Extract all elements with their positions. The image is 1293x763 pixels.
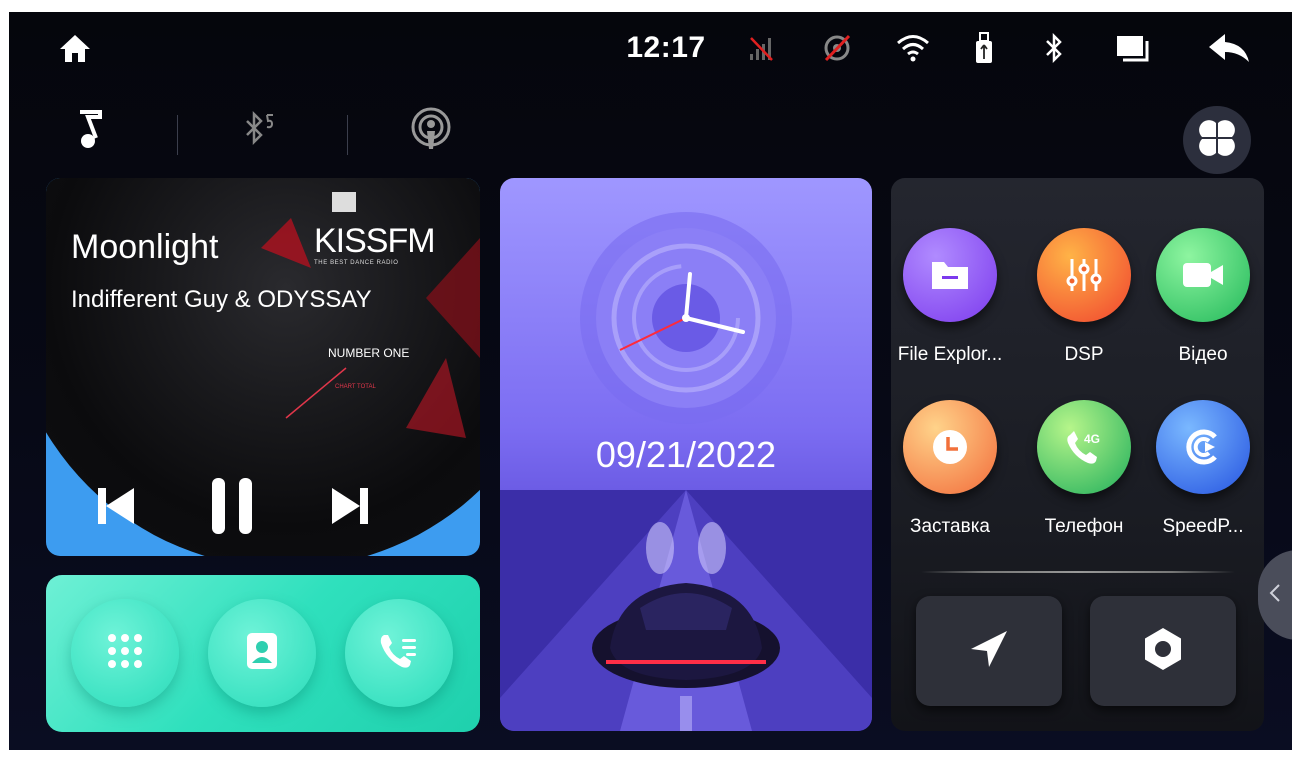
contacts-icon <box>244 631 280 676</box>
home-icon[interactable] <box>55 30 95 66</box>
tab-divider <box>347 115 348 155</box>
tab-divider <box>177 115 178 155</box>
app-screensaver[interactable]: Заставка <box>891 400 1010 538</box>
pause-button[interactable] <box>206 476 258 541</box>
next-icon <box>330 484 370 533</box>
cover-subtext: CHART TOTAL <box>335 384 376 390</box>
date-display: 09/21/2022 <box>595 434 777 475</box>
no-signal-icon <box>743 30 779 66</box>
station-tagline: THE BEST DANCE RADIO <box>314 260 399 266</box>
back-icon[interactable] <box>1205 30 1253 66</box>
music-source-tab[interactable] <box>69 107 109 155</box>
app-file-explorer[interactable]: File Explor... <box>891 228 1010 366</box>
previous-icon <box>96 484 136 533</box>
call-log-button[interactable] <box>345 599 453 707</box>
app-speedplay[interactable]: SpeedP... <box>1143 400 1263 538</box>
clock-date-card[interactable]: 09/21/2022 <box>500 178 872 731</box>
dialpad-button[interactable] <box>71 599 179 707</box>
app-video[interactable]: Відео <box>1143 228 1263 366</box>
call-log-icon <box>378 631 420 676</box>
card-divider <box>921 571 1235 573</box>
phone-4g-icon: 4G <box>1037 400 1131 494</box>
pause-icon <box>208 476 256 541</box>
app-label: SpeedP... <box>1162 516 1244 537</box>
apps-grid-icon <box>1199 119 1235 161</box>
chevron-left-icon <box>1268 582 1282 609</box>
cover-text: NUMBER ONE <box>328 346 410 360</box>
settings-icon <box>1139 625 1187 678</box>
next-button[interactable] <box>328 478 372 538</box>
app-label: Телефон <box>1044 516 1124 537</box>
navigation-button[interactable] <box>916 596 1062 706</box>
phone-shortcuts-card <box>46 575 480 732</box>
music-icon <box>74 108 104 155</box>
clock-icon <box>903 400 997 494</box>
app-phone[interactable]: 4G Телефон <box>1024 400 1144 538</box>
navigation-icon <box>967 627 1011 676</box>
home-screen: 12:17 KISSFM THE BEST DANCE RADIO NUMBER… <box>9 12 1292 750</box>
bluetooth-music-tab[interactable] <box>237 107 281 155</box>
app-dsp[interactable]: DSP <box>1024 228 1144 366</box>
dialpad-icon <box>105 631 145 676</box>
gps-off-icon <box>819 30 855 66</box>
track-title: Moonlight <box>71 228 219 266</box>
contacts-button[interactable] <box>208 599 316 707</box>
video-camera-icon <box>1156 228 1250 322</box>
bluetooth-icon <box>1039 30 1069 66</box>
multitask-icon[interactable] <box>1113 30 1153 66</box>
app-label: Відео <box>1178 344 1228 365</box>
all-apps-button[interactable] <box>1183 106 1251 174</box>
app-label: File Explor... <box>897 344 1003 365</box>
radio-podcast-icon <box>409 107 453 156</box>
clock-time: 12:17 <box>626 31 706 64</box>
app-label: Заставка <box>910 516 990 537</box>
app-shortcuts-card: File Explor... DSP Відео Заставка 4G Тел… <box>891 178 1264 731</box>
folder-icon <box>903 228 997 322</box>
radio-source-tab[interactable] <box>407 107 455 155</box>
station-logo: KISSFM <box>314 222 436 260</box>
music-player-card[interactable]: KISSFM THE BEST DANCE RADIO NUMBER ONE C… <box>46 178 480 556</box>
status-bar: 12:17 <box>9 12 1292 84</box>
settings-button[interactable] <box>1090 596 1236 706</box>
previous-button[interactable] <box>94 478 138 538</box>
equalizer-icon <box>1037 228 1131 322</box>
bluetooth-music-icon <box>239 109 279 154</box>
speedplay-icon <box>1156 400 1250 494</box>
wifi-icon <box>893 30 933 66</box>
usb-icon <box>969 30 999 66</box>
app-label: DSP <box>1064 344 1104 365</box>
svg-text:4G: 4G <box>1084 432 1100 446</box>
track-artist: Indifferent Guy & ODYSSAY <box>71 286 372 313</box>
